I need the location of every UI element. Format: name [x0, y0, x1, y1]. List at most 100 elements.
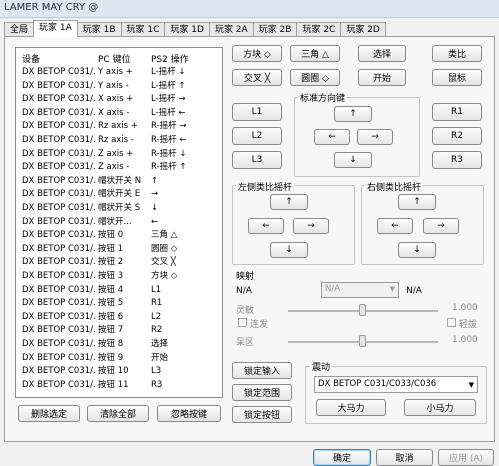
l3-button[interactable]: L3 [232, 151, 282, 169]
triangle-button[interactable]: 三角 △ [290, 45, 340, 62]
list-item[interactable]: DX BETOP C031/... 帽状开关 S ↓ [16, 202, 222, 215]
ps2-op-cell: ← [151, 216, 159, 227]
dpad-down-arrow-icon[interactable]: ↓ [334, 152, 372, 168]
turbo-checkbox[interactable] [238, 318, 247, 327]
big-motor-button[interactable]: 大马力 [316, 399, 386, 416]
right-stick-up-arrow-icon[interactable]: ↑ [398, 194, 436, 210]
left-stick-up-arrow-icon[interactable]: ↑ [270, 194, 308, 210]
ignore-key-button[interactable]: 忽略按键 [157, 405, 221, 422]
list-item[interactable]: DX BETOP C031/... 帽状开... ← [16, 216, 222, 229]
deadzone-slider[interactable] [359, 335, 366, 347]
ok-button[interactable]: 确定 [313, 449, 371, 466]
small-motor-button[interactable]: 小马力 [404, 399, 476, 416]
list-item[interactable]: DX BETOP C031/... 帽状开关 N ↑ [16, 175, 222, 188]
dpad-up-arrow-icon[interactable]: ↑ [334, 106, 372, 122]
r2-button[interactable]: R2 [432, 127, 482, 145]
apply-button[interactable]: 应用 (A) [438, 449, 494, 466]
ps2-op-cell: ↑ [151, 175, 159, 186]
tab-2[interactable]: 玩家 1B [76, 22, 122, 37]
left-stick-right-arrow-icon[interactable]: → [293, 218, 329, 234]
list-item[interactable]: DX BETOP C031/... 按钮 3 方块 ◇ [16, 270, 222, 283]
list-item[interactable]: DX BETOP C031/... 按钮 4 L1 [16, 284, 222, 297]
dpad-left-arrow-icon[interactable]: ← [314, 129, 350, 145]
pc-key-cell: 按钮 11 [98, 379, 129, 390]
binding-list[interactable]: 设备 PC 键位 PS2 操作 DX BETOP C031/... Y axis … [15, 47, 223, 398]
list-item[interactable]: DX BETOP C031/... X axis + L-摇杆 → [16, 93, 222, 106]
mouse-sens-label: 轻拔 [459, 320, 478, 330]
list-item[interactable]: DX BETOP C031/... 按钮 8 选择 [16, 338, 222, 351]
lock-button-button[interactable]: 锁定按钮 [232, 406, 292, 423]
list-item[interactable]: DX BETOP C031/... Y axis - L-摇杆 ↑ [16, 80, 222, 93]
list-item[interactable]: DX BETOP C031/... X axis - L-摇杆 ← [16, 107, 222, 120]
list-item[interactable]: DX BETOP C031/... 按钮 11 R3 [16, 379, 222, 392]
list-item[interactable]: DX BETOP C031/... 按钮 1 圆圈 ◇ [16, 243, 222, 256]
l2-button[interactable]: L2 [232, 127, 282, 145]
column-header-device[interactable]: 设备 [22, 52, 40, 65]
list-item[interactable]: DX BETOP C031/... Rz axis + R-摇杆 → [16, 120, 222, 133]
list-item[interactable]: DX BETOP C031/... Rz axis - R-摇杆 ← [16, 134, 222, 147]
tab-5[interactable]: 玩家 2A [208, 22, 254, 37]
tab-8[interactable]: 玩家 2D [340, 22, 386, 37]
lock-range-button[interactable]: 锁定范围 [232, 384, 292, 401]
pc-key-cell: 按钮 7 [98, 325, 124, 336]
right-stick-right-arrow-icon[interactable]: → [423, 218, 459, 234]
tab-4[interactable]: 玩家 1D [164, 22, 210, 37]
start-button[interactable]: 开始 [358, 69, 406, 86]
mouse-sens-checkbox[interactable] [447, 318, 456, 327]
list-item[interactable]: DX BETOP C031/... Z axis + R-摇杆 ↓ [16, 148, 222, 161]
left-stick-left-arrow-icon[interactable]: ← [248, 218, 284, 234]
dpad-right-arrow-icon[interactable]: → [357, 129, 393, 145]
list-item[interactable]: DX BETOP C031/... 按钮 2 交叉 ╳ [16, 256, 222, 269]
r3-button[interactable]: R3 [432, 151, 482, 169]
list-item[interactable]: DX BETOP C031/... 按钮 5 R1 [16, 297, 222, 310]
pc-key-cell: Rz axis - [98, 135, 134, 145]
cancel-button[interactable]: 取消 [376, 449, 433, 466]
pc-key-cell: 按钮 4 [98, 284, 124, 295]
column-header-ps2-op[interactable]: PS2 操作 [151, 52, 189, 65]
l1-button[interactable]: L1 [232, 103, 282, 121]
list-item[interactable]: DX BETOP C031/... 帽状开关 E → [16, 188, 222, 201]
pc-key-cell: Y axis - [98, 80, 129, 91]
device-cell: DX BETOP C031/... [22, 352, 96, 363]
list-item[interactable]: DX BETOP C031/... 按钮 6 L2 [16, 311, 222, 324]
device-cell: DX BETOP C031/... [22, 379, 96, 390]
tab-1[interactable]: 玩家 1A [33, 20, 78, 37]
circle-button[interactable]: 圆圈 ◇ [290, 69, 340, 86]
list-item[interactable]: DX BETOP C031/... 按钮 10 L3 [16, 365, 222, 378]
right-stick-left-arrow-icon[interactable]: ← [377, 218, 413, 234]
tab-7[interactable]: 玩家 2C [296, 22, 342, 37]
ps2-op-cell: L3 [151, 366, 162, 377]
device-cell: DX BETOP C031/... [22, 135, 96, 145]
tab-3[interactable]: 玩家 1C [120, 22, 166, 37]
pc-key-cell: 按钮 1 [98, 243, 124, 254]
list-item[interactable]: DX BETOP C031/... 按钮 7 R2 [16, 324, 222, 337]
ps2-op-cell: 选择 [151, 339, 169, 349]
mapping-select[interactable]: N/A ▼ [321, 282, 399, 298]
right-stick-down-arrow-icon[interactable]: ↓ [398, 242, 436, 258]
delete-selected-button[interactable]: 删除选定 [18, 405, 80, 422]
list-item[interactable]: DX BETOP C031/... Y axis + L-摇杆 ↓ [16, 66, 222, 79]
lock-input-button[interactable]: 锁定输入 [232, 362, 292, 379]
square-button[interactable]: 方块 ◇ [232, 45, 282, 62]
tab-6[interactable]: 玩家 2B [252, 22, 298, 37]
analog-button[interactable]: 类比 [432, 45, 482, 62]
list-item[interactable]: DX BETOP C031/... 按钮 9 开始 [16, 352, 222, 365]
vibration-device-select[interactable]: DX BETOP C031/C033/C036 ▼ [314, 376, 478, 393]
select-button[interactable]: 选择 [358, 45, 406, 62]
tab-0[interactable]: 全局 [4, 22, 35, 37]
list-item[interactable]: DX BETOP C031/... Z axis - R-摇杆 ↑ [16, 161, 222, 174]
left-stick-down-arrow-icon[interactable]: ↓ [270, 242, 308, 258]
ps2-op-cell: L-摇杆 ↑ [151, 80, 186, 91]
mouse-button[interactable]: 鼠标 [432, 69, 482, 86]
list-item[interactable]: DX BETOP C031/... 按钮 0 三角 △ [16, 229, 222, 242]
r1-button[interactable]: R1 [432, 103, 482, 121]
right-stick-label: 右侧类比摇杆 [365, 180, 424, 193]
clear-all-button[interactable]: 清除全部 [87, 405, 149, 422]
turbo-label: 连发 [250, 320, 269, 330]
cross-button[interactable]: 交叉 ╳ [232, 69, 282, 86]
ps2-op-cell: 交叉 ╳ [151, 257, 176, 268]
column-header-pc-key[interactable]: PC 键位 [98, 52, 131, 65]
sensitivity-slider[interactable] [359, 304, 366, 316]
device-cell: DX BETOP C031/... [22, 298, 96, 309]
pc-key-cell: 按钮 9 [98, 352, 124, 363]
